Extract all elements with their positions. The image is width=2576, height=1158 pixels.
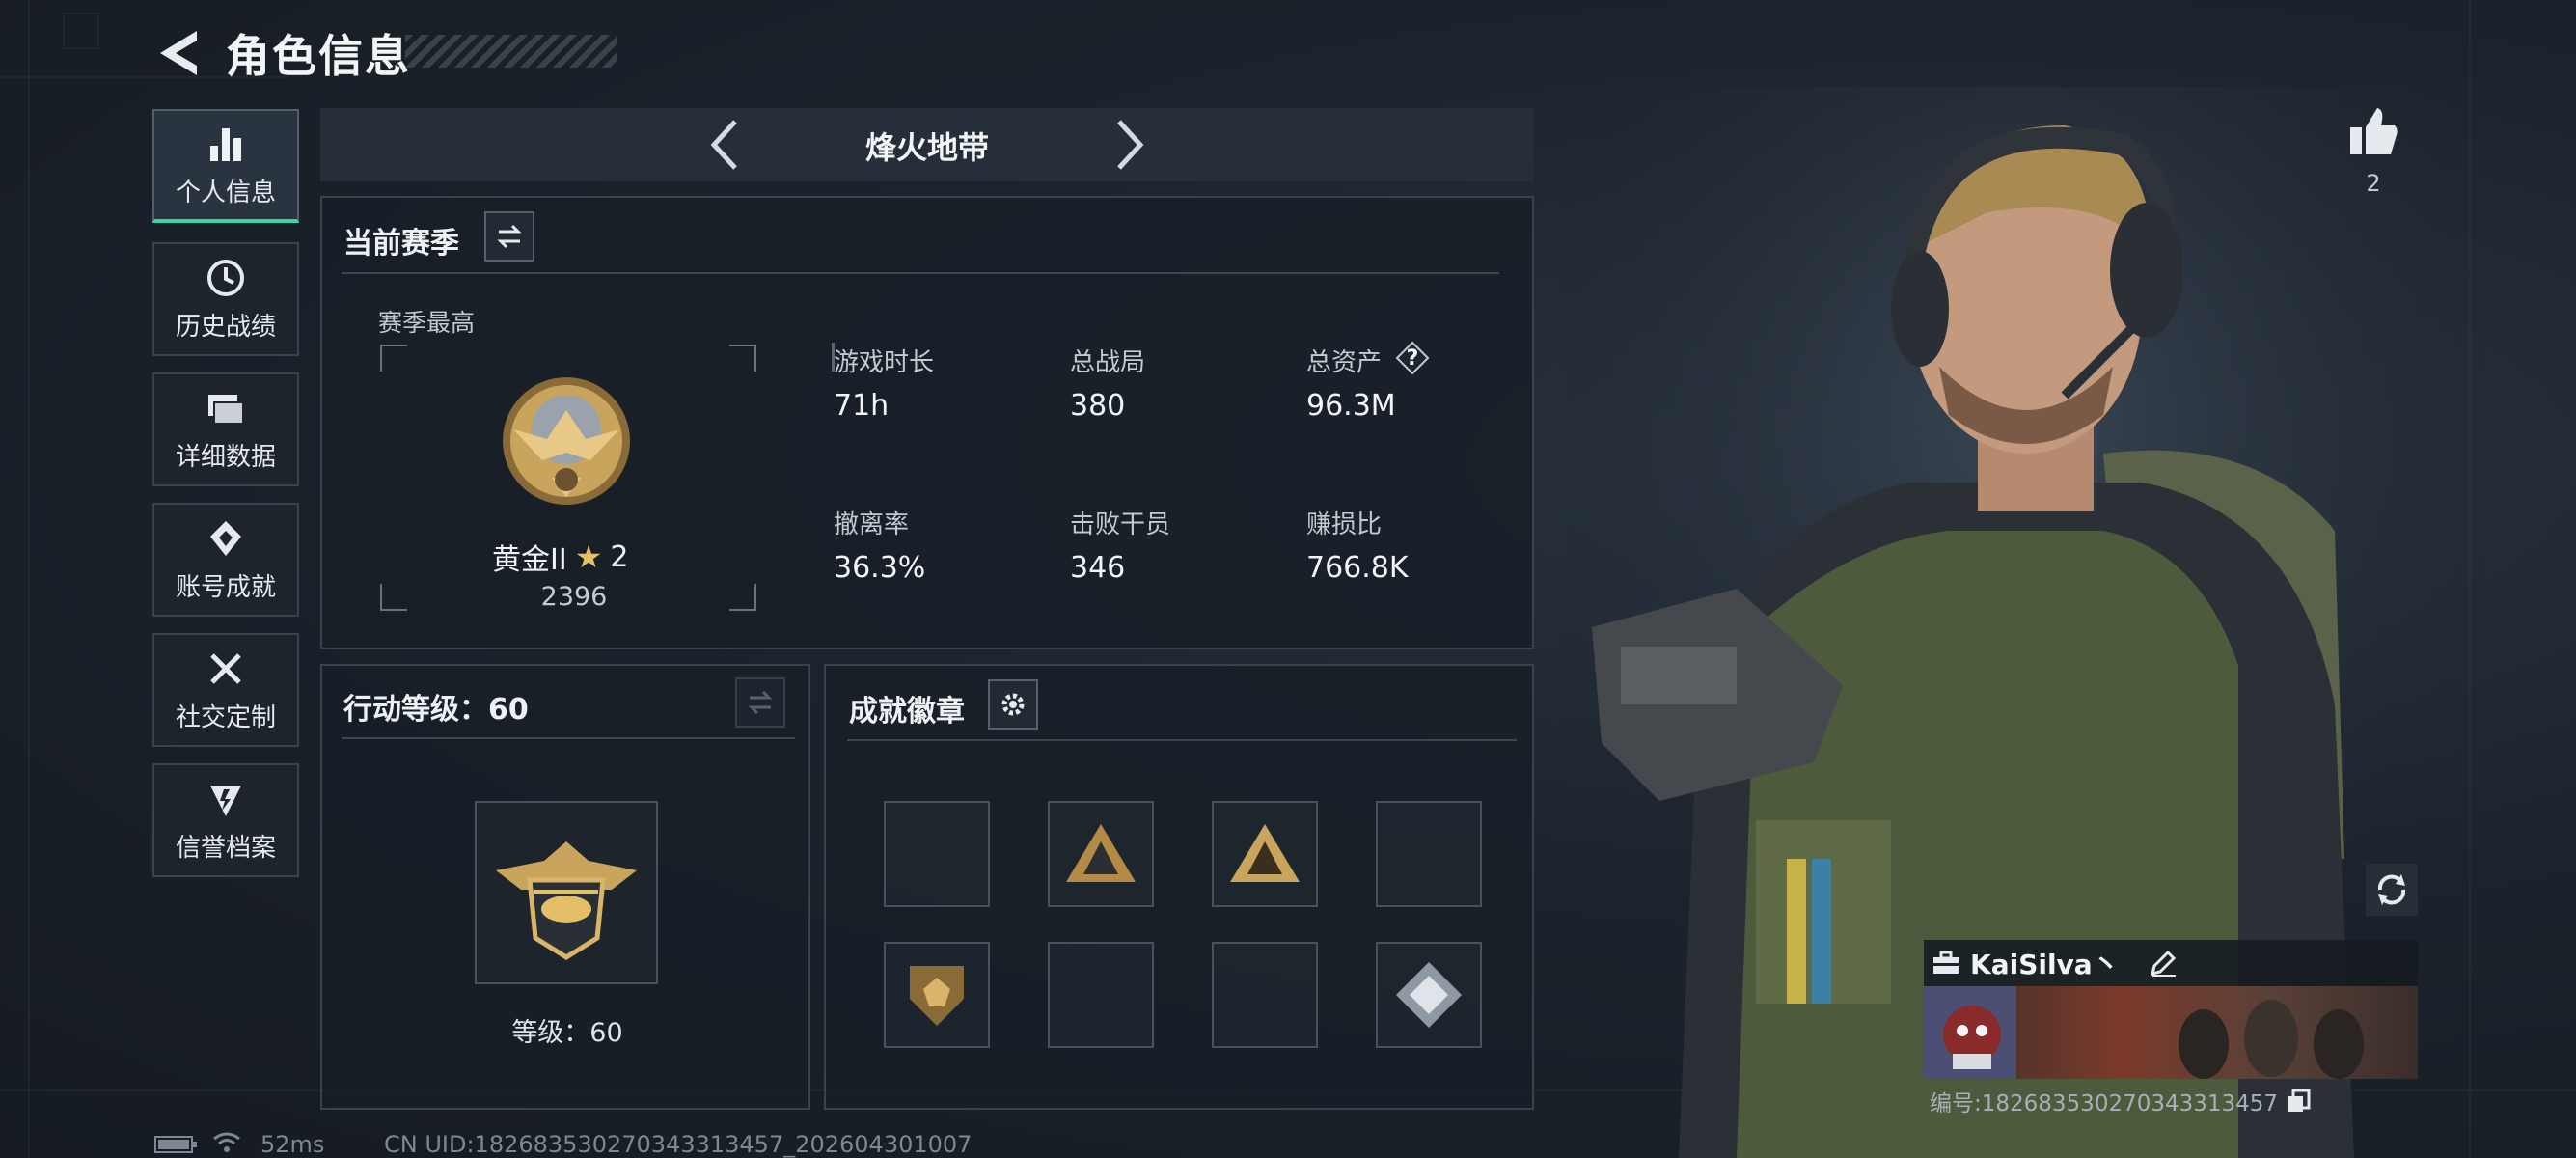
gold-rank-emblem-icon [503, 377, 630, 505]
switch-season-button[interactable] [484, 211, 534, 262]
stat-value: 380 [1070, 389, 1126, 423]
rank-score: 2396 [540, 582, 608, 612]
player-banner[interactable] [1924, 986, 2418, 1079]
sidebar-item-label: 详细数据 [175, 442, 276, 472]
frame-corner [729, 345, 756, 372]
stat-value: 346 [1070, 551, 1126, 585]
player-name-bar: KaiSilva丶 [1924, 940, 2418, 986]
uid-text: CN UID:18268353027034331345​7_2026043010… [384, 1131, 973, 1158]
diamond-badge-icon [1396, 962, 1462, 1028]
badge-slot-empty[interactable] [1048, 942, 1154, 1048]
sidebar-item-achievements[interactable]: 账号成就 [152, 503, 299, 617]
help-button[interactable]: ? [1395, 341, 1430, 375]
frame-corner [729, 584, 756, 611]
rank-name: 黄金II [492, 543, 567, 577]
stat-label: 赚损比 [1306, 510, 1383, 539]
gear-icon [1001, 693, 1025, 716]
wifi-icon [213, 1132, 240, 1152]
action-level-emblem-frame [475, 801, 658, 984]
sidebar-item-reputation[interactable]: 信誉档案 [152, 763, 299, 877]
star-icon: ★ [574, 538, 603, 575]
stat-label: 击败干员 [1070, 510, 1171, 539]
sidebar-item-detailed-data[interactable]: 详细数据 [152, 372, 299, 486]
tools-icon [210, 652, 241, 684]
mode-selector-bar: 烽火地带 [320, 108, 1534, 181]
refresh-icon [2377, 874, 2406, 905]
player-id: 编号:18268353027034331345​7 [1930, 1091, 2279, 1117]
avatar-image [1943, 1006, 2001, 1069]
badge-slot[interactable] [884, 942, 990, 1048]
like-count: 2 [2366, 170, 2381, 197]
stat-label: 总战局 [1070, 348, 1146, 377]
sidebar-item-social-custom[interactable]: 社交定制 [152, 633, 299, 747]
action-level-title: 行动等级：60 [343, 693, 529, 727]
divider [342, 272, 1499, 274]
stat-label: 总资产 [1306, 348, 1383, 377]
season-best-label: 赛季最高 [378, 309, 476, 337]
sidebar-item-label: 个人信息 [175, 178, 276, 207]
stat-value: 36.3% [834, 551, 926, 585]
thumbs-up-icon[interactable] [2346, 104, 2400, 158]
achievement-badges-panel: 成就徽章 [824, 664, 1534, 1110]
sidebar-item-history[interactable]: 历史战绩 [152, 242, 299, 356]
badge-slot-empty[interactable] [1212, 942, 1318, 1048]
gold-triangle-badge-icon [1066, 824, 1136, 882]
shield-badge-icon [910, 966, 964, 1026]
badge-settings-button[interactable] [988, 679, 1038, 730]
action-level-switch-button[interactable] [735, 677, 785, 728]
player-name: KaiSilva丶 [1970, 949, 2120, 980]
achievement-icon [210, 520, 241, 556]
season-title: 当前赛季 [343, 227, 459, 261]
refresh-button[interactable] [2366, 864, 2418, 916]
bar-chart-icon [210, 127, 241, 161]
sidebar-item-label: 信誉档案 [175, 833, 276, 863]
stat-value: 71h [834, 389, 890, 423]
badge-slot[interactable] [1212, 801, 1318, 907]
shield-lightning-icon [210, 785, 241, 816]
rank-name-row: 黄金II ★ 2 [492, 536, 628, 578]
title-decoration [405, 35, 617, 68]
folder-icon [208, 394, 244, 425]
swap-icon [748, 690, 773, 715]
action-level-text: 等级：60 [511, 1018, 623, 1048]
gold-triangle-badge-icon [1230, 824, 1300, 882]
stat-label: 游戏时长 [834, 348, 935, 377]
copy-icon[interactable] [2286, 1089, 2311, 1114]
badge-slot[interactable] [1376, 942, 1482, 1048]
player-id-row: 编号:18268353027034331345​7 [1930, 1085, 2311, 1117]
player-avatar[interactable] [1924, 986, 2016, 1079]
sidebar-item-label: 账号成就 [175, 572, 276, 602]
page-title: 角色信息 [226, 30, 411, 82]
stat-label: 撤离率 [834, 510, 910, 539]
rank-stars: 2 [610, 539, 629, 574]
divider [847, 739, 1517, 741]
chevron-right-icon[interactable] [1110, 116, 1148, 174]
help-glyph: ? [1406, 345, 1419, 371]
ping-text: 52ms [260, 1131, 325, 1158]
back-arrow-icon[interactable] [154, 27, 203, 79]
sidebar-item-personal-info[interactable]: 个人信息 [152, 109, 299, 223]
current-season-panel: 当前赛季 赛季最高 黄金II ★ 2 2396 游戏时长 71h 总战局 380… [320, 196, 1534, 649]
badge-slot-empty[interactable] [1376, 801, 1482, 907]
mode-name: 烽火地带 [864, 129, 989, 166]
sidebar-item-label: 历史战绩 [175, 312, 276, 342]
banner-soldiers-art [2179, 1000, 2364, 1079]
clock-history-icon [207, 259, 244, 296]
swap-icon [497, 224, 522, 249]
divider [342, 737, 795, 739]
badge-slot[interactable] [1048, 801, 1154, 907]
frame-corner [380, 584, 407, 611]
sidebar-item-label: 社交定制 [175, 703, 276, 732]
battery-icon [154, 1136, 197, 1153]
action-level-panel: 行动等级：60 等级：60 [320, 664, 810, 1110]
helicopter-emblem-icon [496, 841, 637, 960]
badge-slot-empty[interactable] [884, 801, 990, 907]
edit-pencil-icon[interactable] [2149, 949, 2178, 978]
stat-value: 766.8K [1306, 551, 1409, 585]
frame-corner [380, 345, 407, 372]
stat-value: 96.3M [1306, 389, 1396, 423]
briefcase-icon [1933, 951, 1959, 974]
badges-title: 成就徽章 [849, 695, 965, 729]
